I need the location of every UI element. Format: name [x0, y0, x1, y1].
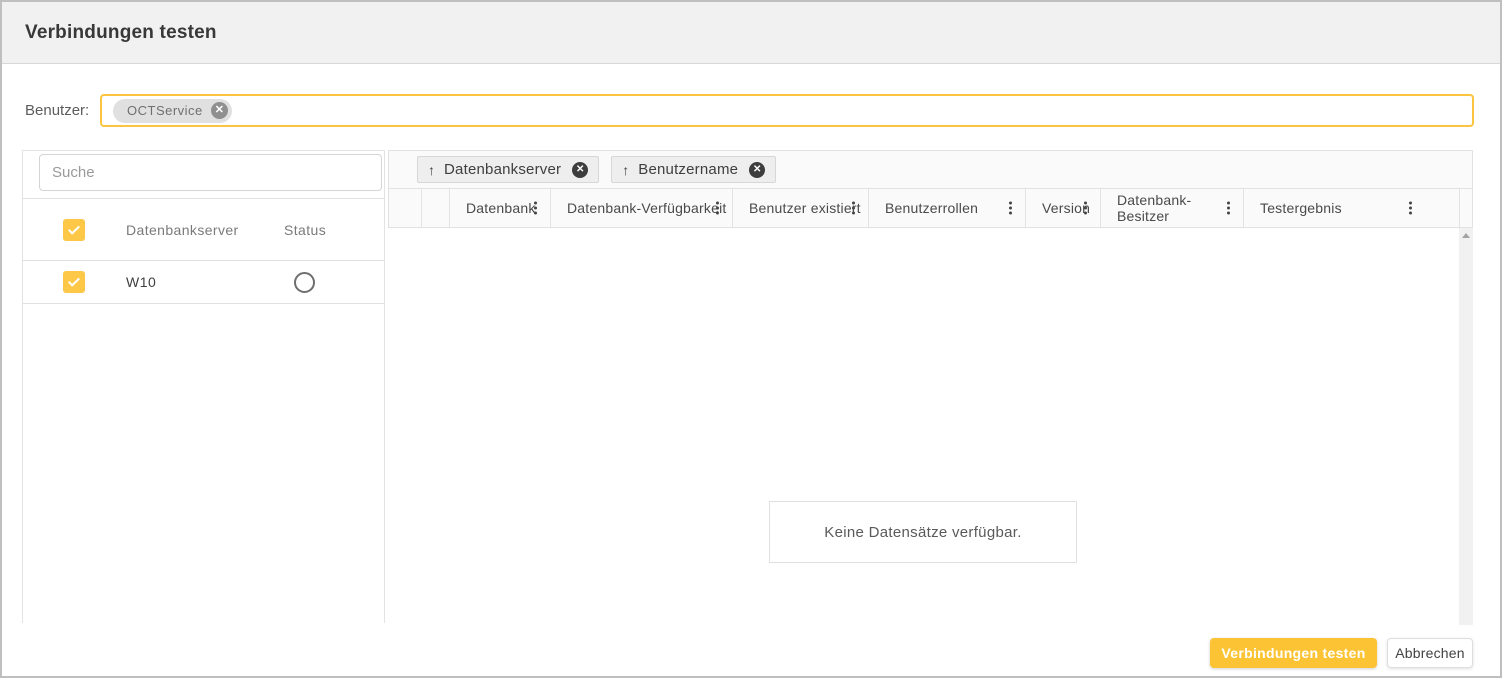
- column-header-testergebnis[interactable]: Testergebnis: [1244, 189, 1460, 227]
- vertical-scrollbar[interactable]: [1459, 228, 1473, 625]
- user-multiselect-input[interactable]: OCTService ✕: [100, 94, 1474, 127]
- status-circle-icon: [294, 272, 315, 293]
- column-header-label: Datenbank: [466, 200, 536, 216]
- dialog-titlebar: Verbindungen testen: [2, 2, 1500, 64]
- results-grid: ↑ Datenbankserver ✕ ↑ Benutzername ✕ Dat…: [388, 150, 1473, 628]
- group-chip-benutzername[interactable]: ↑ Benutzername ✕: [611, 156, 776, 183]
- server-list-header: Datenbankserver Status: [23, 199, 384, 261]
- server-row[interactable]: W10: [23, 261, 384, 304]
- column-header-datenbankserver: Datenbankserver: [126, 222, 239, 238]
- column-menu-icon[interactable]: [1406, 199, 1415, 218]
- column-header-datenbank-besitzer[interactable]: Datenbank-Besitzer: [1101, 189, 1244, 227]
- remove-group-icon[interactable]: ✕: [749, 162, 765, 178]
- server-list-panel: Datenbankserver Status W10: [22, 150, 385, 623]
- check-icon: [66, 274, 82, 290]
- remove-group-icon[interactable]: ✕: [572, 162, 588, 178]
- user-field-label: Benutzer:: [25, 102, 89, 119]
- column-header-label: Datenbank-Verfügbarkeit: [567, 200, 726, 216]
- column-menu-icon[interactable]: [531, 199, 540, 218]
- grid-header-spacer-column: [422, 189, 450, 227]
- test-connections-button[interactable]: Verbindungen testen: [1210, 638, 1377, 668]
- group-chip-datenbankserver[interactable]: ↑ Datenbankserver ✕: [417, 156, 599, 183]
- row-checkbox[interactable]: [63, 271, 85, 293]
- select-all-checkbox[interactable]: [63, 219, 85, 241]
- scroll-up-icon[interactable]: [1459, 228, 1473, 242]
- grid-header-scrollbar-spacer: [1460, 189, 1472, 227]
- group-chip-label: Benutzername: [638, 161, 738, 178]
- page-title: Verbindungen testen: [2, 22, 217, 44]
- search-input[interactable]: [39, 154, 382, 191]
- column-header-datenbank[interactable]: Datenbank: [450, 189, 551, 227]
- column-header-label: Testergebnis: [1260, 200, 1342, 216]
- grid-header-expand-column: [389, 189, 422, 227]
- grid-body: Keine Datensätze verfügbar.: [389, 228, 1472, 628]
- column-header-benutzer-existiert[interactable]: Benutzer existiert: [733, 189, 869, 227]
- group-chips-row: ↑ Datenbankserver ✕ ↑ Benutzername ✕: [388, 150, 1473, 188]
- user-chip-label: OCTService: [127, 103, 203, 118]
- cancel-button[interactable]: Abbrechen: [1387, 638, 1473, 668]
- column-menu-icon[interactable]: [849, 199, 858, 218]
- column-header-status: Status: [284, 222, 326, 238]
- remove-user-chip-icon[interactable]: ✕: [211, 102, 228, 119]
- column-header-version[interactable]: Version: [1026, 189, 1101, 227]
- user-chip[interactable]: OCTService ✕: [113, 99, 232, 123]
- server-search-wrap: [23, 151, 384, 199]
- column-menu-icon[interactable]: [1081, 199, 1090, 218]
- group-chip-label: Datenbankserver: [444, 161, 561, 178]
- check-icon: [66, 222, 82, 238]
- column-header-datenbank-verfuegbarkeit[interactable]: Datenbank-Verfügbarkeit: [551, 189, 733, 227]
- column-menu-icon[interactable]: [713, 199, 722, 218]
- column-header-label: Benutzerrollen: [885, 200, 978, 216]
- grid-header-row: Datenbank Datenbank-Verfügbarkeit Benutz…: [388, 188, 1473, 228]
- column-menu-icon[interactable]: [1224, 199, 1233, 218]
- column-header-benutzerrollen[interactable]: Benutzerrollen: [869, 189, 1026, 227]
- column-header-label: Benutzer existiert: [749, 200, 861, 216]
- sort-asc-icon: ↑: [428, 162, 435, 178]
- server-name: W10: [126, 274, 156, 290]
- sort-asc-icon: ↑: [622, 162, 629, 178]
- no-records-message: Keine Datensätze verfügbar.: [769, 501, 1077, 563]
- column-menu-icon[interactable]: [1006, 199, 1015, 218]
